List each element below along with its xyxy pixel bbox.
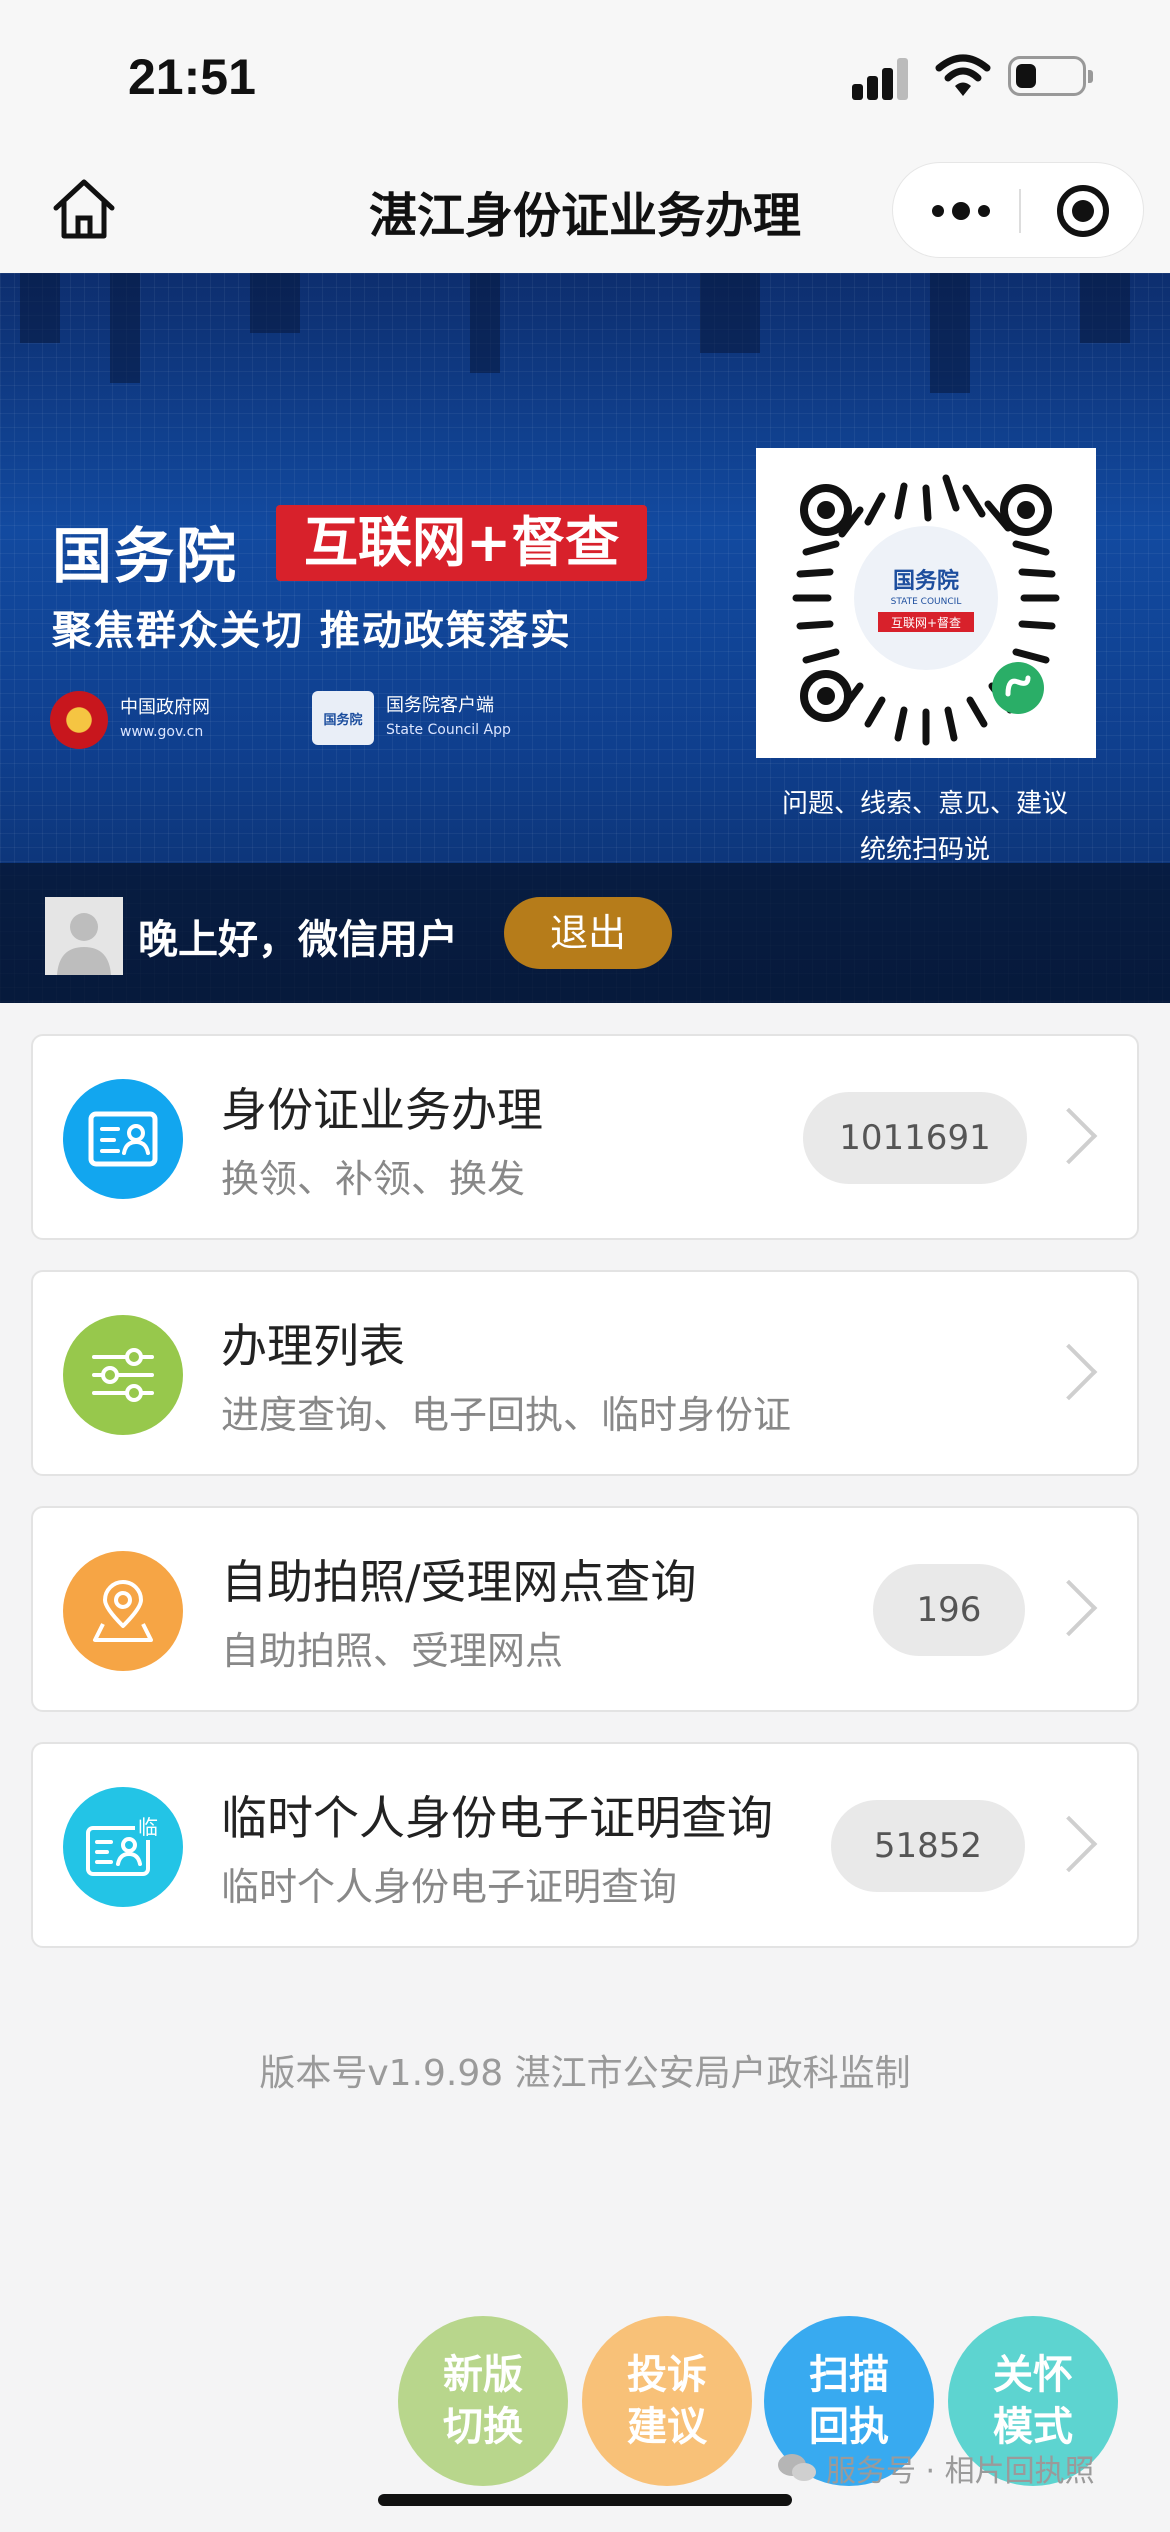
version-footer: 版本号v1.9.98 湛江市公安局户政科监制 [259, 2053, 911, 2094]
user-strip: 晚上好，微信用户 退出 [0, 863, 1170, 1003]
new-version-switch-button[interactable]: 新版切换 [398, 2316, 568, 2486]
menu-item-process-list[interactable]: 办理列表 进度查询、电子回执、临时身份证 [31, 1270, 1139, 1476]
menu-item-title: 临时个人身份电子证明查询 [221, 1791, 773, 1845]
logout-button[interactable]: 退出 [504, 897, 672, 969]
svg-text:STATE COUNCIL: STATE COUNCIL [891, 597, 962, 607]
location-pin-icon [63, 1551, 183, 1671]
menu-item-subtitle: 换领、补领、换发 [221, 1157, 526, 1201]
menu-item-temp-id-proof-query[interactable]: 临 临时个人身份电子证明查询 临时个人身份电子证明查询 51852 [31, 1742, 1139, 1948]
nav-bar: 湛江身份证业务办理 [0, 150, 1170, 273]
national-emblem-icon [50, 691, 108, 749]
visit-count-badge: 196 [873, 1564, 1025, 1656]
qr-caption-2: 统统扫码说 [859, 835, 990, 865]
wifi-icon [935, 54, 991, 96]
state-council-app-logo: 国务院 国务院客户端 State Council App [312, 691, 511, 745]
complaint-suggestion-button[interactable]: 投诉建议 [582, 2316, 752, 2486]
more-icon[interactable] [921, 189, 1001, 233]
svg-text:国务院: 国务院 [893, 568, 959, 594]
svg-text:临: 临 [138, 1815, 158, 1839]
sliders-icon [63, 1315, 183, 1435]
avatar [45, 897, 123, 975]
banner-subtitle: 聚焦群众关切 推动政策落实 [52, 608, 572, 654]
promo-banner[interactable]: 国务院 互联网+督查 聚焦群众关切 推动政策落实 中国政府网 www.gov.c… [0, 273, 1170, 1003]
app-badge-icon: 国务院 [312, 691, 374, 745]
temp-id-card-icon: 临 [63, 1787, 183, 1907]
capsule-divider [1019, 189, 1021, 233]
visit-count-badge: 1011691 [803, 1092, 1027, 1184]
menu-item-photo-outlet-query[interactable]: 自助拍照/受理网点查询 自助拍照、受理网点 196 [31, 1506, 1139, 1712]
gov-website-logo: 中国政府网 www.gov.cn [50, 691, 210, 749]
visit-count-badge: 51852 [831, 1800, 1025, 1892]
cellular-signal-icon [852, 58, 912, 100]
menu-item-title: 身份证业务办理 [221, 1083, 543, 1137]
greeting-text: 晚上好，微信用户 [138, 917, 458, 963]
svg-text:互联网+督查: 互联网+督查 [891, 615, 961, 630]
qr-code: 国务院 STATE COUNCIL 互联网+督查 [756, 448, 1096, 758]
chevron-right-icon [1040, 1343, 1098, 1401]
status-bar: 21:51 [0, 0, 1170, 150]
chevron-right-icon [1040, 1579, 1098, 1637]
status-time: 21:51 [128, 49, 256, 105]
menu-item-subtitle: 临时个人身份电子证明查询 [221, 1865, 678, 1909]
menu-item-title: 自助拍照/受理网点查询 [221, 1555, 697, 1609]
mini-program-capsule [892, 162, 1144, 258]
menu-item-subtitle: 进度查询、电子回执、临时身份证 [221, 1393, 792, 1437]
watermark: 服务号 · 相片回执照 [776, 2446, 1095, 2490]
menu-item-id-card-service[interactable]: 身份证业务办理 换领、补领、换发 1011691 [31, 1034, 1139, 1240]
banner-tag: 互联网+督查 [276, 505, 648, 581]
qr-caption: 问题、线索、意见、建议 [781, 789, 1068, 819]
banner-title: 国务院 [52, 522, 238, 592]
menu-item-subtitle: 自助拍照、受理网点 [221, 1629, 564, 1673]
battery-icon [1008, 56, 1093, 96]
menu-item-title: 办理列表 [221, 1319, 405, 1373]
home-indicator [378, 2494, 792, 2506]
chevron-right-icon [1040, 1815, 1098, 1873]
id-card-icon [63, 1079, 183, 1199]
close-mini-program-icon[interactable] [1057, 185, 1109, 237]
wechat-icon [778, 2454, 816, 2481]
chevron-right-icon [1040, 1107, 1098, 1165]
